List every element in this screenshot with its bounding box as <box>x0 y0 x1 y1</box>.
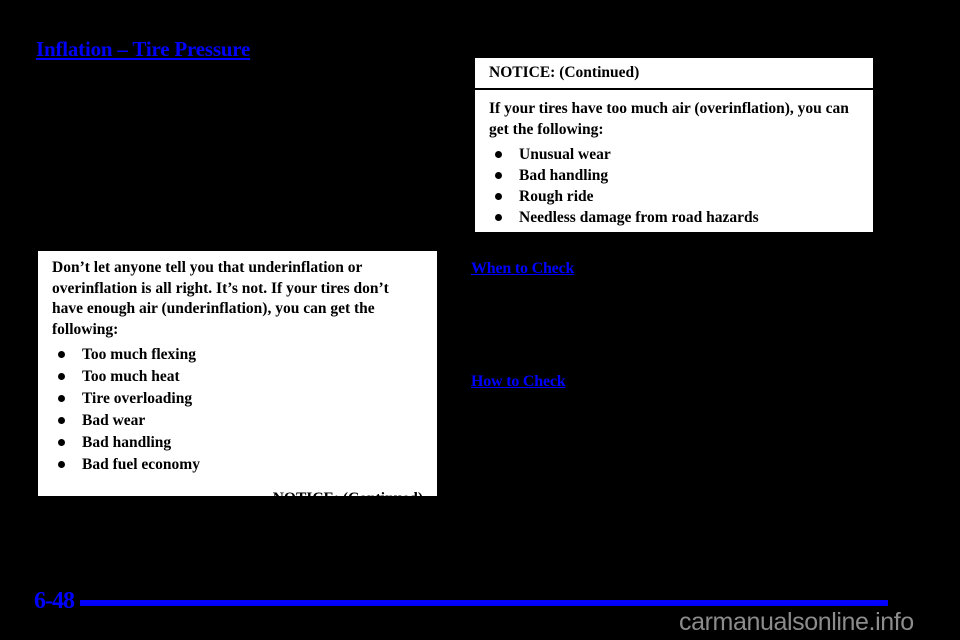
notice-box-body: If your tires have too much air (overinf… <box>475 90 873 234</box>
bullet-icon <box>58 417 65 424</box>
list-item-label: Unusual wear <box>519 146 611 163</box>
section-heading-how-to-check: How to Check <box>471 373 566 390</box>
section-heading-when-to-check: When to Check <box>471 260 575 277</box>
list-item: Bad handling <box>489 165 859 186</box>
notice-paragraph: If your tires have too much air (overinf… <box>489 100 849 138</box>
list-item: Bad handling <box>52 432 423 454</box>
list-item-label: Bad fuel economy <box>82 456 200 473</box>
list-item: Too much heat <box>52 366 423 388</box>
bullet-icon <box>495 172 502 179</box>
list-item-label: Bad handling <box>519 167 609 184</box>
list-item: Unusual wear <box>489 144 859 165</box>
page-title: Inflation – Tire Pressure <box>36 37 251 61</box>
watermark-text: carmanualsonline.info <box>679 608 914 636</box>
manual-page: Inflation – Tire Pressure Don’t let anyo… <box>0 0 960 640</box>
list-item-label: Tire overloading <box>82 390 193 407</box>
notice-paragraph: Don’t let anyone tell you that underinfl… <box>52 259 389 338</box>
notice-box-header: NOTICE: (Continued) <box>475 58 873 90</box>
list-item: Too much flexing <box>52 344 423 366</box>
list-item-label: Needless damage from road hazards <box>519 209 759 226</box>
list-item-label: Bad handling <box>82 434 172 451</box>
list-item: Rough ride <box>489 186 859 207</box>
list-item-label: Too much heat <box>82 368 180 385</box>
bullet-icon <box>495 214 502 221</box>
notice-continued-label: NOTICE: (Continued) <box>272 490 423 507</box>
page-number: 6-48 <box>34 588 75 614</box>
notice-box-underinflation: Don’t let anyone tell you that underinfl… <box>36 249 439 507</box>
bullet-icon <box>58 439 65 446</box>
list-item-label: Bad wear <box>82 412 146 429</box>
list-item: Bad fuel economy <box>52 454 423 476</box>
list-item: Needless damage from road hazards <box>489 207 859 228</box>
bullet-icon <box>58 351 65 358</box>
list-item-label: Rough ride <box>519 188 594 205</box>
bullet-icon <box>495 151 502 158</box>
underinflation-bullet-list: Too much flexing Too much heat Tire over… <box>52 344 423 476</box>
bullet-icon <box>58 373 65 380</box>
list-item: Tire overloading <box>52 388 423 410</box>
list-item: Bad wear <box>52 410 423 432</box>
footer-divider <box>80 600 888 606</box>
notice-box-overinflation: NOTICE: (Continued) If your tires have t… <box>471 56 875 234</box>
bullet-icon <box>58 461 65 468</box>
list-item-label: Too much flexing <box>82 346 196 363</box>
overinflation-bullet-list: Unusual wear Bad handling Rough ride Nee… <box>489 144 859 228</box>
bullet-icon <box>58 395 65 402</box>
bullet-icon <box>495 193 502 200</box>
